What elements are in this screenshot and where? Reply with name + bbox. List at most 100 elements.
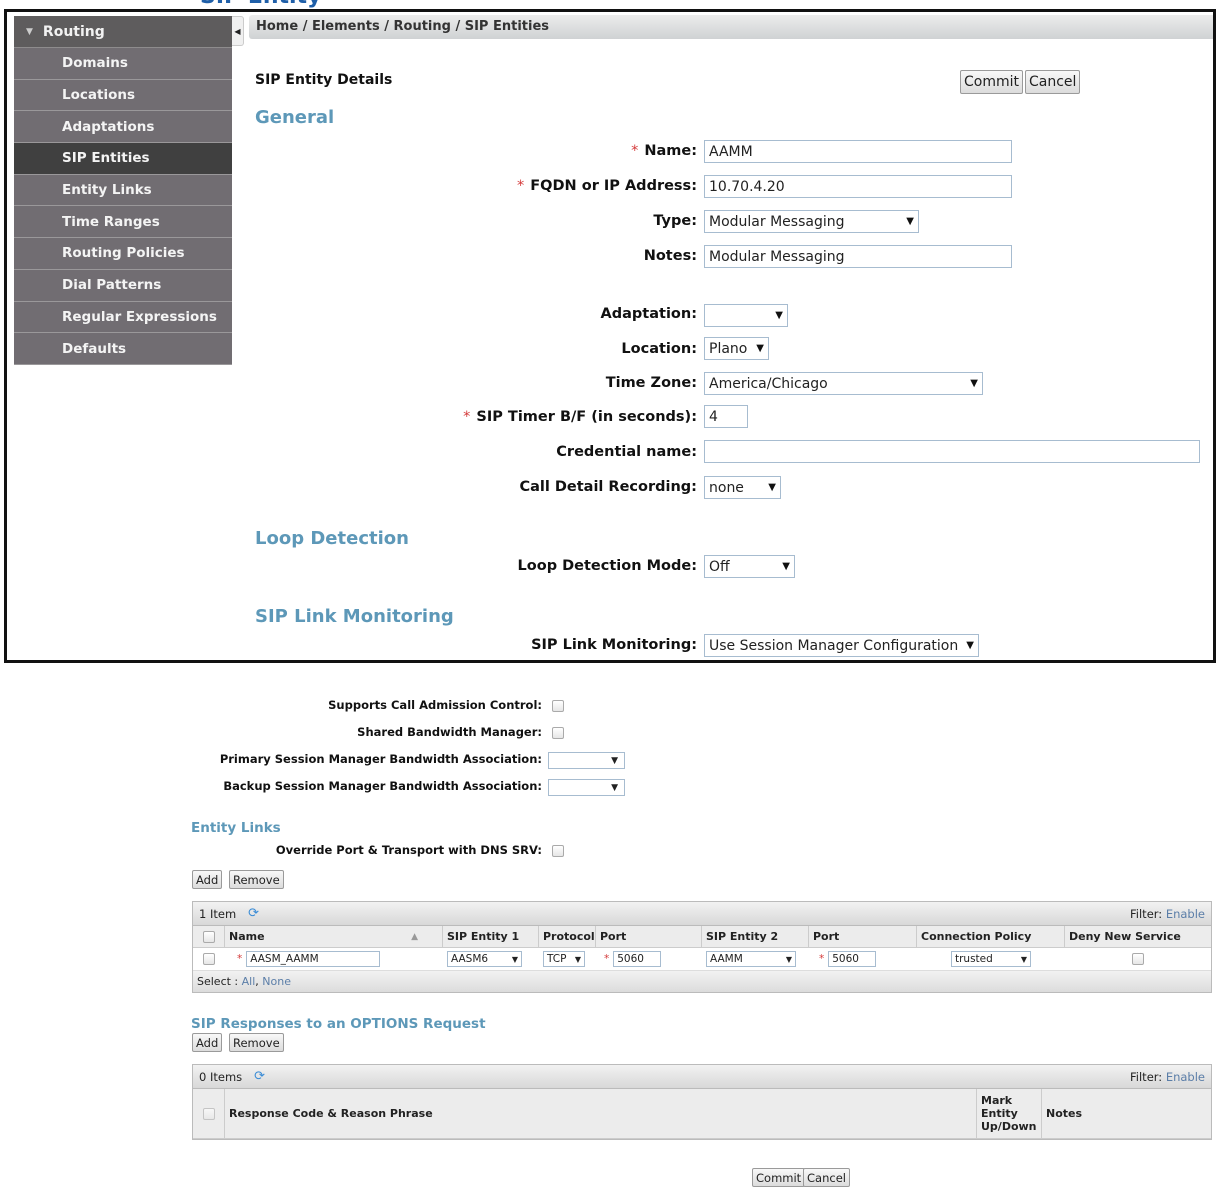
select-all-checkbox[interactable] bbox=[202, 930, 215, 943]
adaptation-row: Adaptation: bbox=[7, 302, 697, 326]
filter-enable-link[interactable]: Enable bbox=[1166, 1070, 1205, 1084]
sip-entity-2-value: AAMM bbox=[710, 953, 743, 965]
sip-responses-header: Response Code & Reason Phrase Mark Entit… bbox=[193, 1089, 1211, 1139]
sidebar-item-domains[interactable]: Domains bbox=[14, 48, 232, 80]
port-2-cell: * 5060 bbox=[809, 951, 917, 967]
loop-detection-label: Loop Detection Mode: bbox=[517, 558, 697, 574]
select-all-cell bbox=[193, 1089, 225, 1138]
sip-responses-add-button[interactable]: Add bbox=[192, 1033, 223, 1052]
dropdown-arrow-icon: ▼ bbox=[785, 954, 792, 964]
dropdown-arrow-icon: ▼ bbox=[1020, 954, 1027, 964]
filter-label: Filter: bbox=[1130, 906, 1163, 921]
type-select[interactable]: Modular Messaging ▼ bbox=[704, 210, 919, 233]
location-select[interactable]: Plano ▼ bbox=[704, 337, 769, 360]
time-zone-label: Time Zone: bbox=[605, 375, 697, 391]
name-input[interactable]: AAMM bbox=[704, 140, 1012, 163]
protocol-cell: TCP ▼ bbox=[539, 951, 596, 967]
select-all-checkbox[interactable] bbox=[202, 1107, 215, 1120]
expand-triangle-icon: ▼ bbox=[26, 26, 33, 37]
filter-control: Filter: Enable bbox=[1130, 1070, 1205, 1084]
port-2-input[interactable]: 5060 bbox=[828, 951, 877, 967]
sip-timer-label-text: SIP Timer B/F (in seconds): bbox=[476, 409, 697, 425]
sip-entity-1-select[interactable]: AASM6 ▼ bbox=[447, 951, 522, 967]
primary-bw-label: Primary Session Manager Bandwidth Associ… bbox=[219, 752, 542, 766]
sip-timer-label: * SIP Timer B/F (in seconds): bbox=[463, 409, 697, 425]
bottom-commit-button[interactable]: Commit bbox=[752, 1168, 806, 1187]
entity-links-remove-button[interactable]: Remove bbox=[229, 870, 284, 889]
row-checkbox[interactable] bbox=[203, 953, 215, 965]
time-zone-row: Time Zone: bbox=[7, 371, 697, 395]
shared-bandwidth-label: Shared Bandwidth Manager: bbox=[357, 725, 542, 739]
fqdn-label-text: FQDN or IP Address: bbox=[530, 178, 697, 194]
credential-name-input[interactable] bbox=[704, 440, 1200, 463]
dropdown-arrow-icon: ▼ bbox=[906, 216, 914, 227]
col-name[interactable]: Name ▲ bbox=[225, 926, 443, 947]
cdr-select-value: none bbox=[709, 479, 744, 496]
dropdown-arrow-icon: ▼ bbox=[782, 561, 790, 572]
entity-links-add-button[interactable]: Add bbox=[192, 870, 223, 889]
cancel-button[interactable]: Cancel bbox=[1025, 70, 1081, 94]
sip-responses-remove-button[interactable]: Remove bbox=[229, 1033, 284, 1052]
commit-button[interactable]: Commit bbox=[960, 70, 1023, 94]
sip-timer-input[interactable]: 4 bbox=[704, 405, 748, 428]
col-deny-new-service: Deny New Service bbox=[1069, 930, 1181, 943]
sip-responses-toolbar: 0 Items ⟳ Filter: Enable bbox=[193, 1065, 1211, 1089]
select-all-cell bbox=[193, 926, 225, 947]
collapse-sidebar-button[interactable]: ◀ bbox=[232, 16, 244, 46]
loop-detection-row: Loop Detection Mode: bbox=[7, 554, 697, 578]
sip-link-monitoring-select-value: Use Session Manager Configuration bbox=[709, 637, 959, 654]
loop-detection-select[interactable]: Off ▼ bbox=[704, 555, 795, 578]
cdr-select[interactable]: none ▼ bbox=[704, 476, 781, 499]
name-label-text: Name: bbox=[644, 143, 697, 159]
refresh-icon[interactable]: ⟳ bbox=[254, 1069, 265, 1084]
top-action-buttons: Commit Cancel bbox=[960, 70, 1081, 94]
col-protocol: Protocol bbox=[539, 926, 596, 947]
time-zone-select-value: America/Chicago bbox=[709, 375, 828, 392]
backup-bw-select[interactable]: ▼ bbox=[548, 779, 625, 796]
sip-entity-2-cell: AAMM ▼ bbox=[702, 951, 809, 967]
connection-policy-value: trusted bbox=[955, 953, 993, 965]
fqdn-input[interactable]: 10.70.4.20 bbox=[704, 175, 1012, 198]
connection-policy-select[interactable]: trusted ▼ bbox=[951, 951, 1031, 967]
required-marker: * bbox=[517, 178, 525, 194]
sidebar-header-label: Routing bbox=[42, 23, 105, 40]
type-label: Type: bbox=[653, 213, 697, 229]
select-all-link[interactable]: All bbox=[242, 975, 256, 988]
primary-bw-select[interactable]: ▼ bbox=[548, 752, 625, 769]
sip-entity-2-select[interactable]: AAMM ▼ bbox=[706, 951, 796, 967]
filter-control: Filter: Enable bbox=[1130, 907, 1205, 921]
refresh-icon[interactable]: ⟳ bbox=[248, 906, 259, 921]
connection-policy-cell: trusted ▼ bbox=[917, 951, 1065, 967]
protocol-select[interactable]: TCP ▼ bbox=[543, 951, 585, 967]
shared-bandwidth-checkbox[interactable] bbox=[552, 727, 564, 739]
notes-input[interactable]: Modular Messaging bbox=[704, 245, 1012, 268]
adaptation-label: Adaptation: bbox=[600, 306, 697, 322]
filter-label: Filter: bbox=[1130, 1069, 1163, 1084]
select-none-link[interactable]: None bbox=[262, 975, 291, 988]
sip-timer-row: * SIP Timer B/F (in seconds): bbox=[7, 405, 697, 429]
port-1-cell: * 5060 bbox=[596, 951, 702, 967]
protocol-value: TCP bbox=[547, 953, 567, 965]
dropdown-arrow-icon: ▼ bbox=[574, 954, 581, 964]
breadcrumb: Home / Elements / Routing / SIP Entities bbox=[249, 15, 1213, 39]
notes-label: Notes: bbox=[643, 248, 697, 264]
cac-checkbox[interactable] bbox=[552, 700, 564, 712]
page-title: SIP Entity Details bbox=[255, 72, 393, 88]
location-label: Location: bbox=[621, 341, 697, 357]
bottom-cancel-button[interactable]: Cancel bbox=[803, 1168, 850, 1187]
sip-link-monitoring-select[interactable]: Use Session Manager Configuration ▼ bbox=[704, 634, 979, 657]
override-dns-srv-checkbox[interactable] bbox=[552, 845, 564, 857]
table-row: * AASM_AAMM AASM6 ▼ TCP ▼ * 5060 AAMM ▼ * 5060… bbox=[193, 948, 1211, 971]
port-1-input[interactable]: 5060 bbox=[613, 951, 662, 967]
adaptation-select[interactable]: ▼ bbox=[704, 304, 788, 327]
deny-new-service-checkbox[interactable] bbox=[1132, 953, 1144, 965]
dropdown-arrow-icon: ▼ bbox=[511, 954, 518, 964]
time-zone-select[interactable]: America/Chicago ▼ bbox=[704, 372, 983, 395]
col-sip-entity-1: SIP Entity 1 bbox=[443, 926, 539, 947]
sidebar-item-locations[interactable]: Locations bbox=[14, 79, 232, 112]
sidebar-item-dial-patterns[interactable]: Dial Patterns bbox=[14, 269, 232, 302]
deny-new-service-cell bbox=[1065, 953, 1211, 965]
filter-enable-link[interactable]: Enable bbox=[1166, 907, 1205, 921]
sidebar-header-routing[interactable]: ▼ Routing bbox=[14, 16, 232, 48]
link-name-input[interactable]: AASM_AAMM bbox=[246, 951, 381, 967]
